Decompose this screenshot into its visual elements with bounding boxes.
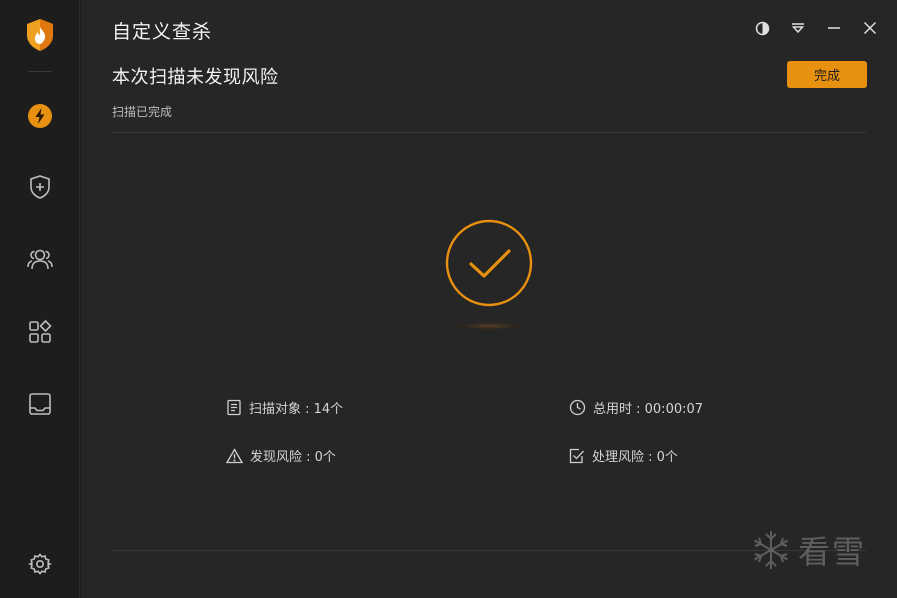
theme-icon <box>755 21 769 35</box>
users-icon <box>27 249 53 270</box>
stat-label: 处理风险 : 0个 <box>592 450 678 465</box>
gear-icon <box>28 553 52 575</box>
stat-label: 扫描对象 : 14个 <box>249 402 344 417</box>
logo-separator <box>28 71 52 72</box>
sidebar-item-tools[interactable] <box>24 316 56 348</box>
close-button[interactable] <box>860 18 880 38</box>
stat-scanned-objects: 扫描对象 : 14个 <box>226 398 343 417</box>
scan-status: 扫描已完成 <box>112 105 173 119</box>
settings-button[interactable] <box>24 548 56 580</box>
document-icon <box>227 399 241 416</box>
checkbox-icon <box>569 448 584 463</box>
menu-icon <box>791 23 805 34</box>
menu-button[interactable] <box>788 18 808 38</box>
theme-toggle-button[interactable] <box>752 18 772 38</box>
divider <box>112 132 866 133</box>
clock-icon <box>569 399 586 416</box>
shield-plus-icon <box>30 175 50 199</box>
stat-label: 发现风险 : 0个 <box>250 450 336 465</box>
sidebar-item-accounts[interactable] <box>24 243 56 275</box>
stat-risks-found: 发现风险 : 0个 <box>226 446 336 465</box>
check-shadow <box>455 322 523 330</box>
result-headline: 本次扫描未发现风险 <box>112 67 279 88</box>
apps-grid-icon <box>29 319 52 343</box>
window-title: 自定义查杀 <box>112 21 213 43</box>
inbox-icon <box>29 393 51 415</box>
watermark: 看雪 <box>750 527 866 573</box>
stat-label: 总用时 : 00:00:07 <box>593 402 704 417</box>
sidebar-item-quick-scan[interactable] <box>24 100 56 132</box>
lightning-icon <box>28 104 52 128</box>
main-panel: 自定义查杀 本次扫描未发现风险 完成 扫描已完成 扫描对象: 14个 总用时 … <box>81 0 897 598</box>
sidebar <box>0 0 80 598</box>
minimize-icon <box>828 27 840 29</box>
done-button[interactable]: 完成 <box>787 61 867 88</box>
close-icon <box>863 21 877 35</box>
stat-total-time: 总用时 : 00:00:07 <box>569 398 703 417</box>
sidebar-item-protection[interactable] <box>24 171 56 203</box>
app-logo <box>25 18 55 52</box>
warning-icon <box>226 447 243 463</box>
success-check-icon <box>444 218 534 308</box>
watermark-text: 看雪 <box>798 533 867 571</box>
snowflake-icon <box>754 531 788 569</box>
sidebar-item-box[interactable] <box>24 388 56 420</box>
stat-risks-handled: 处理风险 : 0个 <box>569 446 678 465</box>
minimize-button[interactable] <box>824 18 844 38</box>
